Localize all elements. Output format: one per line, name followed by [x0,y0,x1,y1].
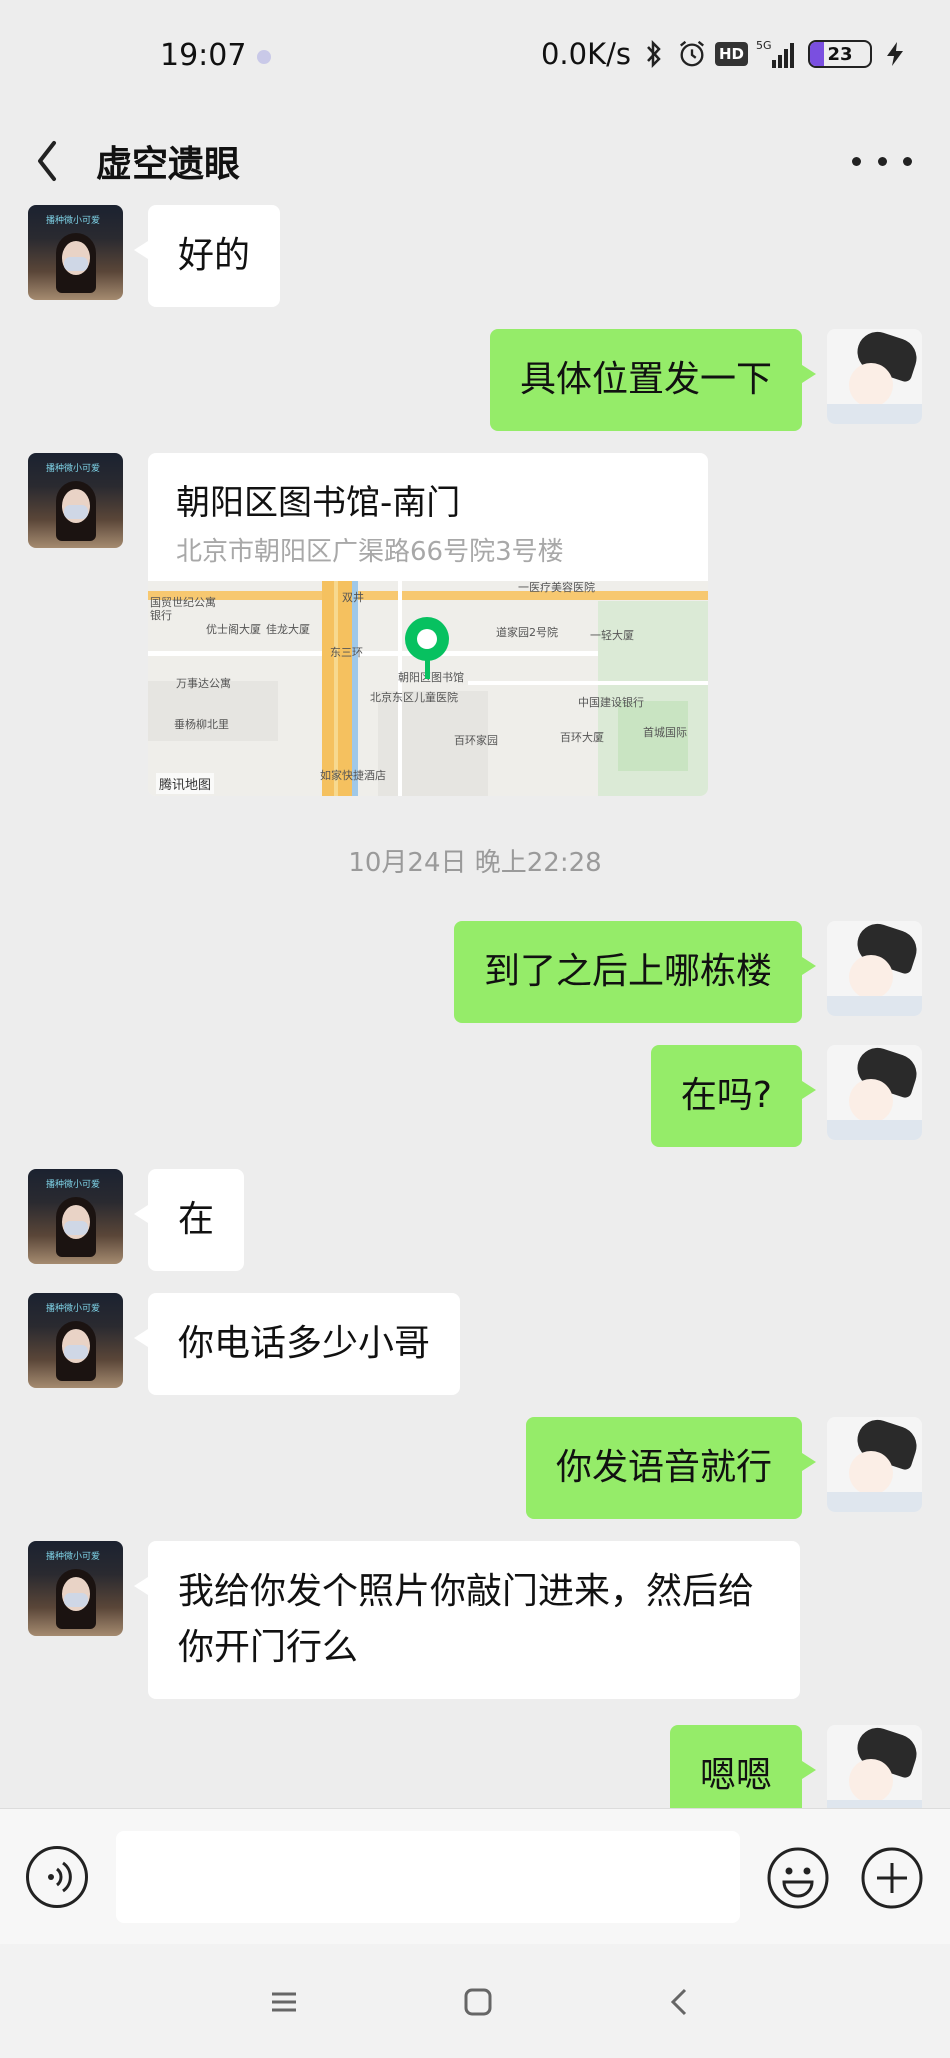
charging-icon [880,38,910,70]
emoji-button[interactable] [766,1846,830,1910]
contact-avatar[interactable]: 播种微小可爱 [28,1541,123,1636]
chat-message-list[interactable]: 播种微小可爱 好的 具体位置发一下 播种微小可爱 朝阳区图书馆-南门 北京市朝阳… [0,200,950,1808]
more-dot-icon [877,156,887,166]
recent-apps-button[interactable] [264,1982,304,2022]
signal-label: 5G [756,39,772,52]
map-label: 银行 [150,608,172,622]
incoming-message-bubble[interactable]: 在 [133,1169,245,1271]
my-avatar[interactable] [827,921,922,1016]
map-label: 百环家园 [454,733,498,747]
my-avatar[interactable] [827,1417,922,1512]
smiley-icon [767,1847,829,1909]
location-address: 北京市朝阳区广渠路66号院3号楼 [176,537,564,567]
notification-dot-icon [257,50,271,64]
map-label: 垂杨柳北里 [174,717,229,731]
status-bar: 19:07 0.0K/s HD 5G 23 [0,0,950,115]
map-label: 一轻大厦 [590,628,634,642]
map-label: 百环大厦 [560,730,604,744]
more-dot-icon [903,156,912,166]
outgoing-message-bubble[interactable]: 具体位置发一下 [489,329,817,431]
contact-avatar[interactable]: 播种微小可爱 [28,205,123,300]
map-label: 北京东区儿童医院 [370,690,458,704]
incoming-message-bubble[interactable]: 好的 [133,205,281,307]
map-label: 道家园2号院 [496,625,558,639]
contact-avatar[interactable]: 播种微小可爱 [28,1293,123,1388]
voice-icon [48,1861,72,1893]
alarm-icon [677,38,707,70]
home-button[interactable] [458,1982,498,2022]
timestamp: 10月24日 晚上22:28 [348,848,602,878]
map-label: 东三环 [330,646,363,659]
map-label: 如家快捷酒店 [320,768,386,782]
hd-badge: HD [714,42,748,66]
contact-avatar[interactable]: 播种微小可爱 [28,453,123,548]
more-functions-button[interactable] [860,1846,924,1910]
outgoing-message-bubble[interactable]: 你发语音就行 [525,1417,817,1519]
bluetooth-icon [639,38,669,70]
my-avatar[interactable] [827,329,922,424]
battery-fill [810,42,824,66]
back-chevron-icon [670,1988,687,2016]
status-time: 19:07 [160,38,247,73]
incoming-message-bubble[interactable]: 我给你发个照片你敲门进来，然后给你开门行么 [134,1541,800,1699]
chevron-left-icon [38,141,56,181]
battery-level: 23 [827,43,853,65]
home-square-icon [464,1988,492,2016]
map-label: 一医疗美容医院 [518,581,595,594]
more-options-button[interactable] [852,133,912,189]
status-icons: 0.0K/s HD 5G 23 [541,34,910,74]
signal-icon: 5G [756,38,800,70]
message-input[interactable] [116,1831,740,1923]
plus-icon [861,1847,923,1909]
voice-input-button[interactable] [26,1846,88,1908]
more-dot-icon [852,156,861,166]
outgoing-message-bubble[interactable]: 到了之后上哪栋楼 [453,921,817,1023]
map-label: 朝阳区图书馆 [398,670,464,684]
map-label: 国贸世纪公寓 [150,595,216,609]
outgoing-message-bubble[interactable]: 嗯嗯 [669,1725,817,1808]
map-label: 万事达公寓 [176,676,231,690]
menu-icon [272,1992,296,2012]
my-avatar[interactable] [827,1045,922,1140]
back-button[interactable] [30,133,80,189]
my-avatar[interactable] [827,1725,922,1808]
input-bar [0,1808,950,1945]
map-label: 中国建设银行 [578,695,644,709]
map-label: 优士阁大厦 [206,622,261,636]
contact-avatar[interactable]: 播种微小可爱 [28,1169,123,1264]
map-label: 佳龙大厦 [266,622,310,636]
incoming-message-bubble[interactable]: 你电话多少小哥 [133,1293,461,1395]
chat-title: 虚空遗眼 [96,144,241,185]
system-back-button[interactable] [660,1982,700,2022]
map-label: 双井 [342,590,364,604]
system-nav-bar [0,1944,950,2058]
outgoing-message-bubble[interactable]: 在吗? [650,1045,817,1147]
location-card[interactable]: 朝阳区图书馆-南门 北京市朝阳区广渠路66号院3号楼 双井 一医疗美容医院 国贸… [148,453,708,796]
location-name: 朝阳区图书馆-南门 [176,483,461,523]
map-label: 首城国际 [643,725,687,739]
network-speed: 0.0K/s [540,37,631,71]
map-provider-label: 腾讯地图 [156,773,215,794]
location-map[interactable]: 双井 一医疗美容医院 国贸世纪公寓 银行 优士阁大厦 佳龙大厦 东三环 万事达公… [148,580,708,796]
battery-icon: 23 [808,40,872,68]
